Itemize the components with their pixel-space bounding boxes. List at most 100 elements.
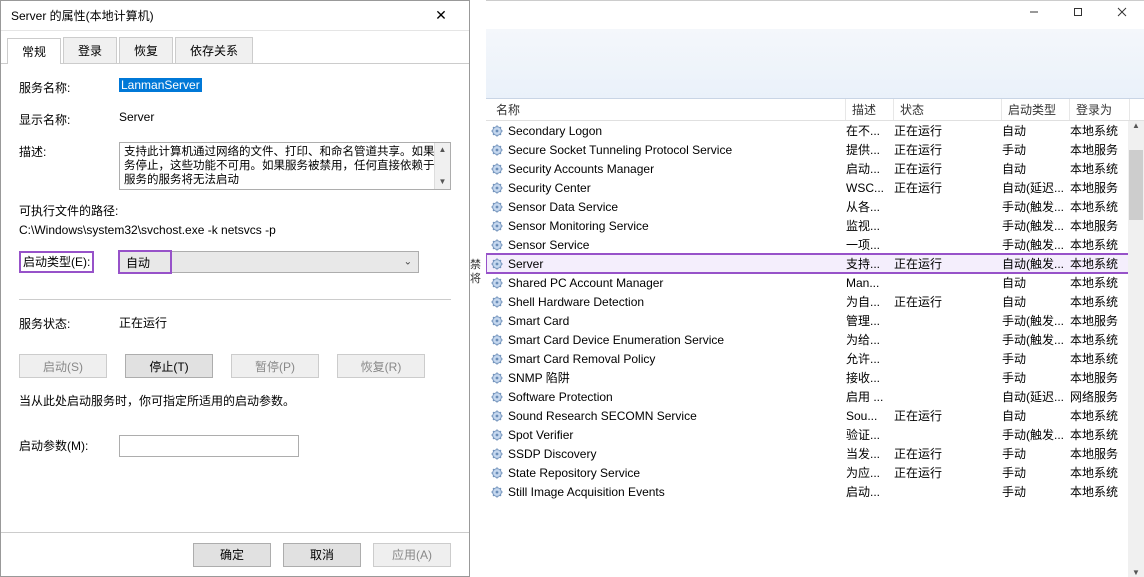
divider — [19, 299, 451, 300]
minimize-button[interactable] — [1012, 1, 1056, 23]
scrollbar-thumb[interactable] — [1129, 150, 1143, 220]
gear-icon — [490, 257, 504, 271]
services-header: 名称 描述 状态 启动类型 登录为 — [486, 99, 1144, 121]
stop-button[interactable]: 停止(T) — [125, 354, 213, 378]
close-button[interactable]: ✕ — [421, 2, 461, 30]
tab-general[interactable]: 常规 — [7, 38, 61, 64]
service-logon: 本地系统 — [1070, 350, 1130, 367]
service-row[interactable]: Security Accounts Manager启动...正在运行自动本地系统 — [486, 159, 1144, 178]
service-logon: 本地系统 — [1070, 426, 1130, 443]
service-desc: 为给... — [846, 331, 894, 348]
service-startup: 手动 — [1002, 464, 1070, 481]
service-row[interactable]: Spot Verifier验证...手动(触发...本地系统 — [486, 425, 1144, 444]
gear-icon — [490, 352, 504, 366]
service-row[interactable]: SSDP Discovery当发...正在运行手动本地服务 — [486, 444, 1144, 463]
col-header-logon[interactable]: 登录为 — [1070, 99, 1130, 120]
label-start-params: 启动参数(M): — [19, 436, 119, 456]
gear-icon — [490, 390, 504, 404]
gear-icon — [490, 333, 504, 347]
service-name: SNMP 陷阱 — [508, 369, 570, 386]
service-name-text[interactable]: LanmanServer — [119, 78, 202, 92]
label-service-name: 服务名称: — [19, 78, 119, 98]
ok-button[interactable]: 确定 — [193, 543, 271, 567]
scroll-up-icon: ▲ — [439, 143, 447, 157]
label-startup-type-text: 启动类型(E): — [19, 251, 94, 273]
service-row[interactable]: Sound Research SECOMN ServiceSou...正在运行自… — [486, 406, 1144, 425]
service-desc: 提供... — [846, 141, 894, 158]
gear-icon — [490, 162, 504, 176]
service-row[interactable]: Shell Hardware Detection为自...正在运行自动本地系统 — [486, 292, 1144, 311]
col-header-status[interactable]: 状态 — [894, 99, 1002, 120]
service-startup: 自动 — [1002, 122, 1070, 139]
service-logon: 本地系统 — [1070, 255, 1130, 272]
service-row[interactable]: State Repository Service为应...正在运行手动本地系统 — [486, 463, 1144, 482]
service-startup: 手动 — [1002, 369, 1070, 386]
gear-icon — [490, 276, 504, 290]
service-desc: Sou... — [846, 409, 894, 423]
description-scrollbar[interactable]: ▲ ▼ — [434, 143, 450, 189]
service-name: Security Accounts Manager — [508, 162, 654, 176]
service-desc: 启用 ... — [846, 388, 894, 405]
cancel-button[interactable]: 取消 — [283, 543, 361, 567]
service-desc: 为应... — [846, 464, 894, 481]
gear-icon — [490, 314, 504, 328]
dialog-footer: 确定 取消 应用(A) — [1, 532, 469, 576]
service-startup: 自动(延迟... — [1002, 179, 1070, 196]
description-box[interactable]: 支持此计算机通过网络的文件、打印、和命名管道共享。如果服务停止，这些功能不可用。… — [119, 142, 451, 190]
service-desc: 当发... — [846, 445, 894, 462]
background-text-fragment: 禁将 — [470, 258, 486, 318]
maximize-button[interactable] — [1056, 1, 1100, 23]
col-header-description[interactable]: 描述 — [846, 99, 894, 120]
value-service-name: LanmanServer — [119, 78, 451, 92]
service-desc: 管理... — [846, 312, 894, 329]
service-logon: 本地系统 — [1070, 236, 1130, 253]
startup-type-combo[interactable]: 自动 ⌄ — [119, 251, 419, 273]
service-status: 正在运行 — [894, 464, 1002, 481]
service-row[interactable]: Server支持...正在运行自动(触发...本地系统 — [486, 254, 1144, 273]
service-startup: 手动(触发... — [1002, 236, 1070, 253]
service-row[interactable]: Smart Card Device Enumeration Service为给.… — [486, 330, 1144, 349]
service-row[interactable]: Security CenterWSC...正在运行自动(延迟...本地服务 — [486, 178, 1144, 197]
service-row[interactable]: Sensor Data Service从各...手动(触发...本地系统 — [486, 197, 1144, 216]
service-row[interactable]: Sensor Service一项...手动(触发...本地系统 — [486, 235, 1144, 254]
service-name: Security Center — [508, 181, 591, 195]
service-row[interactable]: Smart Card管理...手动(触发...本地服务 — [486, 311, 1144, 330]
service-logon: 本地系统 — [1070, 198, 1130, 215]
start-button: 启动(S) — [19, 354, 107, 378]
service-desc: 允许... — [846, 350, 894, 367]
service-status: 正在运行 — [894, 179, 1002, 196]
bgwin-close-button[interactable] — [1100, 1, 1144, 23]
tab-recovery[interactable]: 恢复 — [119, 37, 173, 63]
start-params-input[interactable] — [119, 435, 299, 457]
dialog-body: 服务名称: LanmanServer 显示名称: Server 描述: 支持此计… — [1, 64, 469, 532]
gear-icon — [490, 428, 504, 442]
vertical-scrollbar[interactable]: ▲ ▼ — [1128, 121, 1144, 577]
service-logon: 本地服务 — [1070, 369, 1130, 386]
service-row[interactable]: Software Protection启用 ...自动(延迟...网络服务 — [486, 387, 1144, 406]
service-name: Sound Research SECOMN Service — [508, 409, 697, 423]
service-status: 正在运行 — [894, 255, 1002, 272]
service-row[interactable]: Shared PC Account ManagerMan...自动本地系统 — [486, 273, 1144, 292]
col-header-name[interactable]: 名称 — [490, 99, 846, 120]
service-row[interactable]: Smart Card Removal Policy允许...手动本地系统 — [486, 349, 1144, 368]
dialog-titlebar[interactable]: Server 的属性(本地计算机) ✕ — [1, 1, 469, 31]
tab-depends[interactable]: 依存关系 — [175, 37, 253, 63]
service-row[interactable]: Sensor Monitoring Service监视...手动(触发...本地… — [486, 216, 1144, 235]
service-row[interactable]: Secure Socket Tunneling Protocol Service… — [486, 140, 1144, 159]
service-properties-dialog: Server 的属性(本地计算机) ✕ 常规 登录 恢复 依存关系 服务名称: … — [0, 0, 470, 577]
service-name: Sensor Service — [508, 238, 589, 252]
service-row[interactable]: Still Image Acquisition Events启动...手动本地系… — [486, 482, 1144, 501]
label-exe-path: 可执行文件的路径: — [19, 202, 451, 219]
services-list[interactable]: Secondary Logon在不...正在运行自动本地系统 Secure So… — [486, 121, 1144, 577]
col-header-startup[interactable]: 启动类型 — [1002, 99, 1070, 120]
bgwin-titlebar — [486, 1, 1144, 29]
gear-icon — [490, 447, 504, 461]
service-desc: 验证... — [846, 426, 894, 443]
service-row[interactable]: SNMP 陷阱接收...手动本地服务 — [486, 368, 1144, 387]
service-logon: 本地系统 — [1070, 407, 1130, 424]
service-name: Still Image Acquisition Events — [508, 485, 665, 499]
service-row[interactable]: Secondary Logon在不...正在运行自动本地系统 — [486, 121, 1144, 140]
toolbar-area — [486, 29, 1144, 99]
service-desc: 启动... — [846, 160, 894, 177]
tab-logon[interactable]: 登录 — [63, 37, 117, 63]
